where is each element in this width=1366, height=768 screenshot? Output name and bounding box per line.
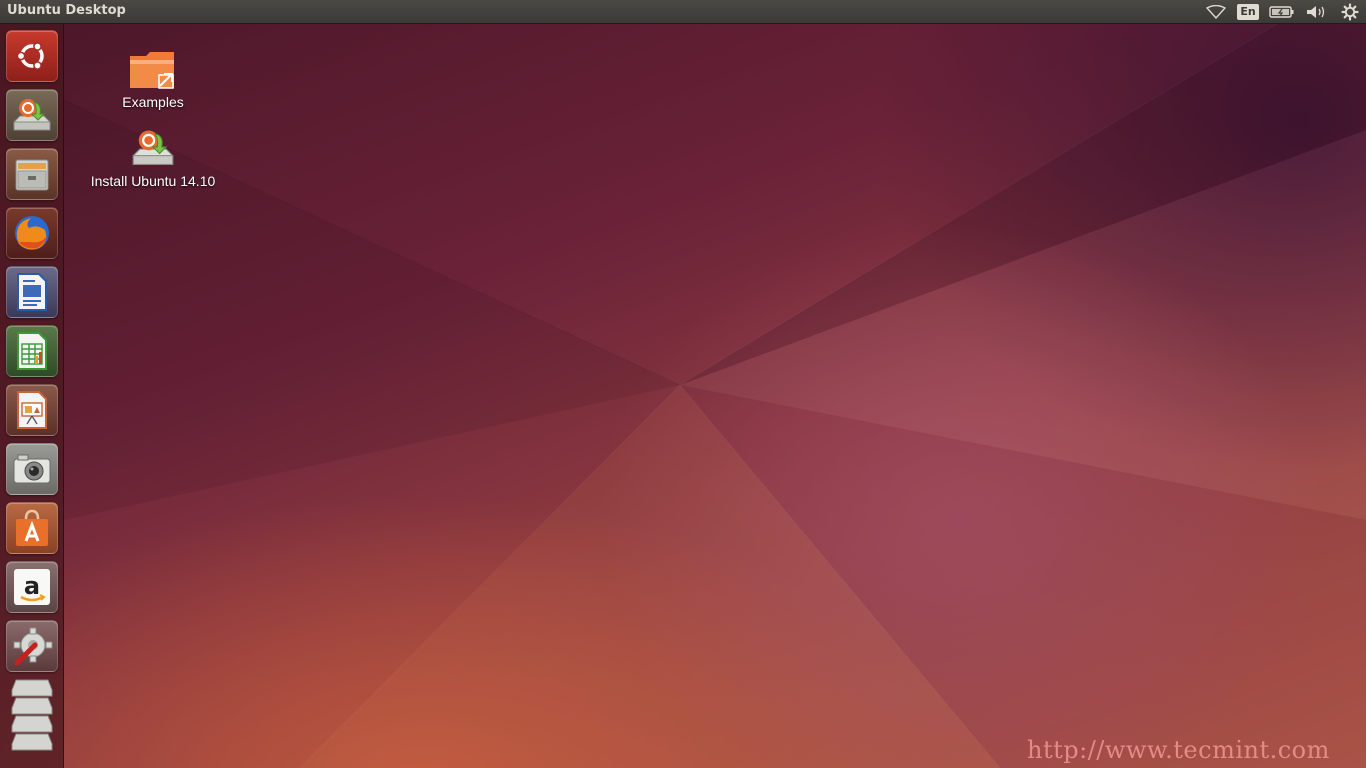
- folder-shortcut-icon: [130, 52, 174, 89]
- impress-presentation-icon: [17, 391, 47, 429]
- launcher-item-files[interactable]: [6, 148, 58, 200]
- desktop-screen: Ubuntu Desktop En a Examples Install Ubu…: [0, 0, 1366, 768]
- desktop-icon-label: Examples: [122, 94, 184, 110]
- amazon-logo-icon: a: [14, 569, 50, 605]
- writer-document-icon: [17, 273, 47, 311]
- firefox-icon: [15, 216, 49, 250]
- launcher: a: [0, 24, 64, 768]
- camera-icon: [13, 454, 51, 484]
- desktop-icon-install-ubuntu[interactable]: Install Ubuntu 14.10: [83, 125, 223, 189]
- ubuntu-logo-icon: [16, 42, 44, 70]
- window-title: Ubuntu Desktop: [7, 3, 126, 18]
- battery-icon[interactable]: [1268, 3, 1296, 21]
- launcher-item-ubuntu-software-center[interactable]: [6, 502, 58, 554]
- session-gear-icon[interactable]: [1338, 3, 1362, 21]
- top-panel: Ubuntu Desktop En: [0, 0, 1366, 24]
- desktop-icon-examples[interactable]: Examples: [113, 50, 193, 110]
- keyboard-layout-indicator[interactable]: En: [1236, 3, 1260, 21]
- file-cabinet-icon: [15, 159, 49, 191]
- installer-disk-icon: [13, 99, 51, 131]
- keyboard-layout-label: En: [1237, 4, 1259, 20]
- installer-disk-icon: [132, 130, 174, 165]
- settings-wrench-gear-icon: [13, 627, 53, 666]
- watermark-text: http://www.tecmint.com: [1027, 736, 1330, 764]
- launcher-item-dash-home[interactable]: [6, 30, 58, 82]
- launcher-item-libreoffice-calc[interactable]: [6, 325, 58, 377]
- wallpaper-facets: [63, 0, 1366, 768]
- svg-text:a: a: [24, 572, 40, 600]
- software-center-bag-icon: [16, 509, 48, 546]
- launcher-item-firefox[interactable]: [6, 207, 58, 259]
- launcher-item-libreoffice-writer[interactable]: [6, 266, 58, 318]
- launcher-item-removable-drives[interactable]: [6, 676, 58, 764]
- launcher-item-system-settings[interactable]: [6, 620, 58, 672]
- wifi-icon[interactable]: [1204, 3, 1228, 21]
- desktop-icon-label: Install Ubuntu 14.10: [90, 173, 216, 189]
- launcher-item-install-ubuntu[interactable]: [6, 89, 58, 141]
- launcher-item-amazon[interactable]: a: [6, 561, 58, 613]
- launcher-item-camera-app[interactable]: [6, 443, 58, 495]
- launcher-item-libreoffice-impress[interactable]: [6, 384, 58, 436]
- volume-icon[interactable]: [1304, 3, 1328, 21]
- drive-stack-icon: [11, 679, 53, 751]
- calc-spreadsheet-icon: [17, 332, 47, 370]
